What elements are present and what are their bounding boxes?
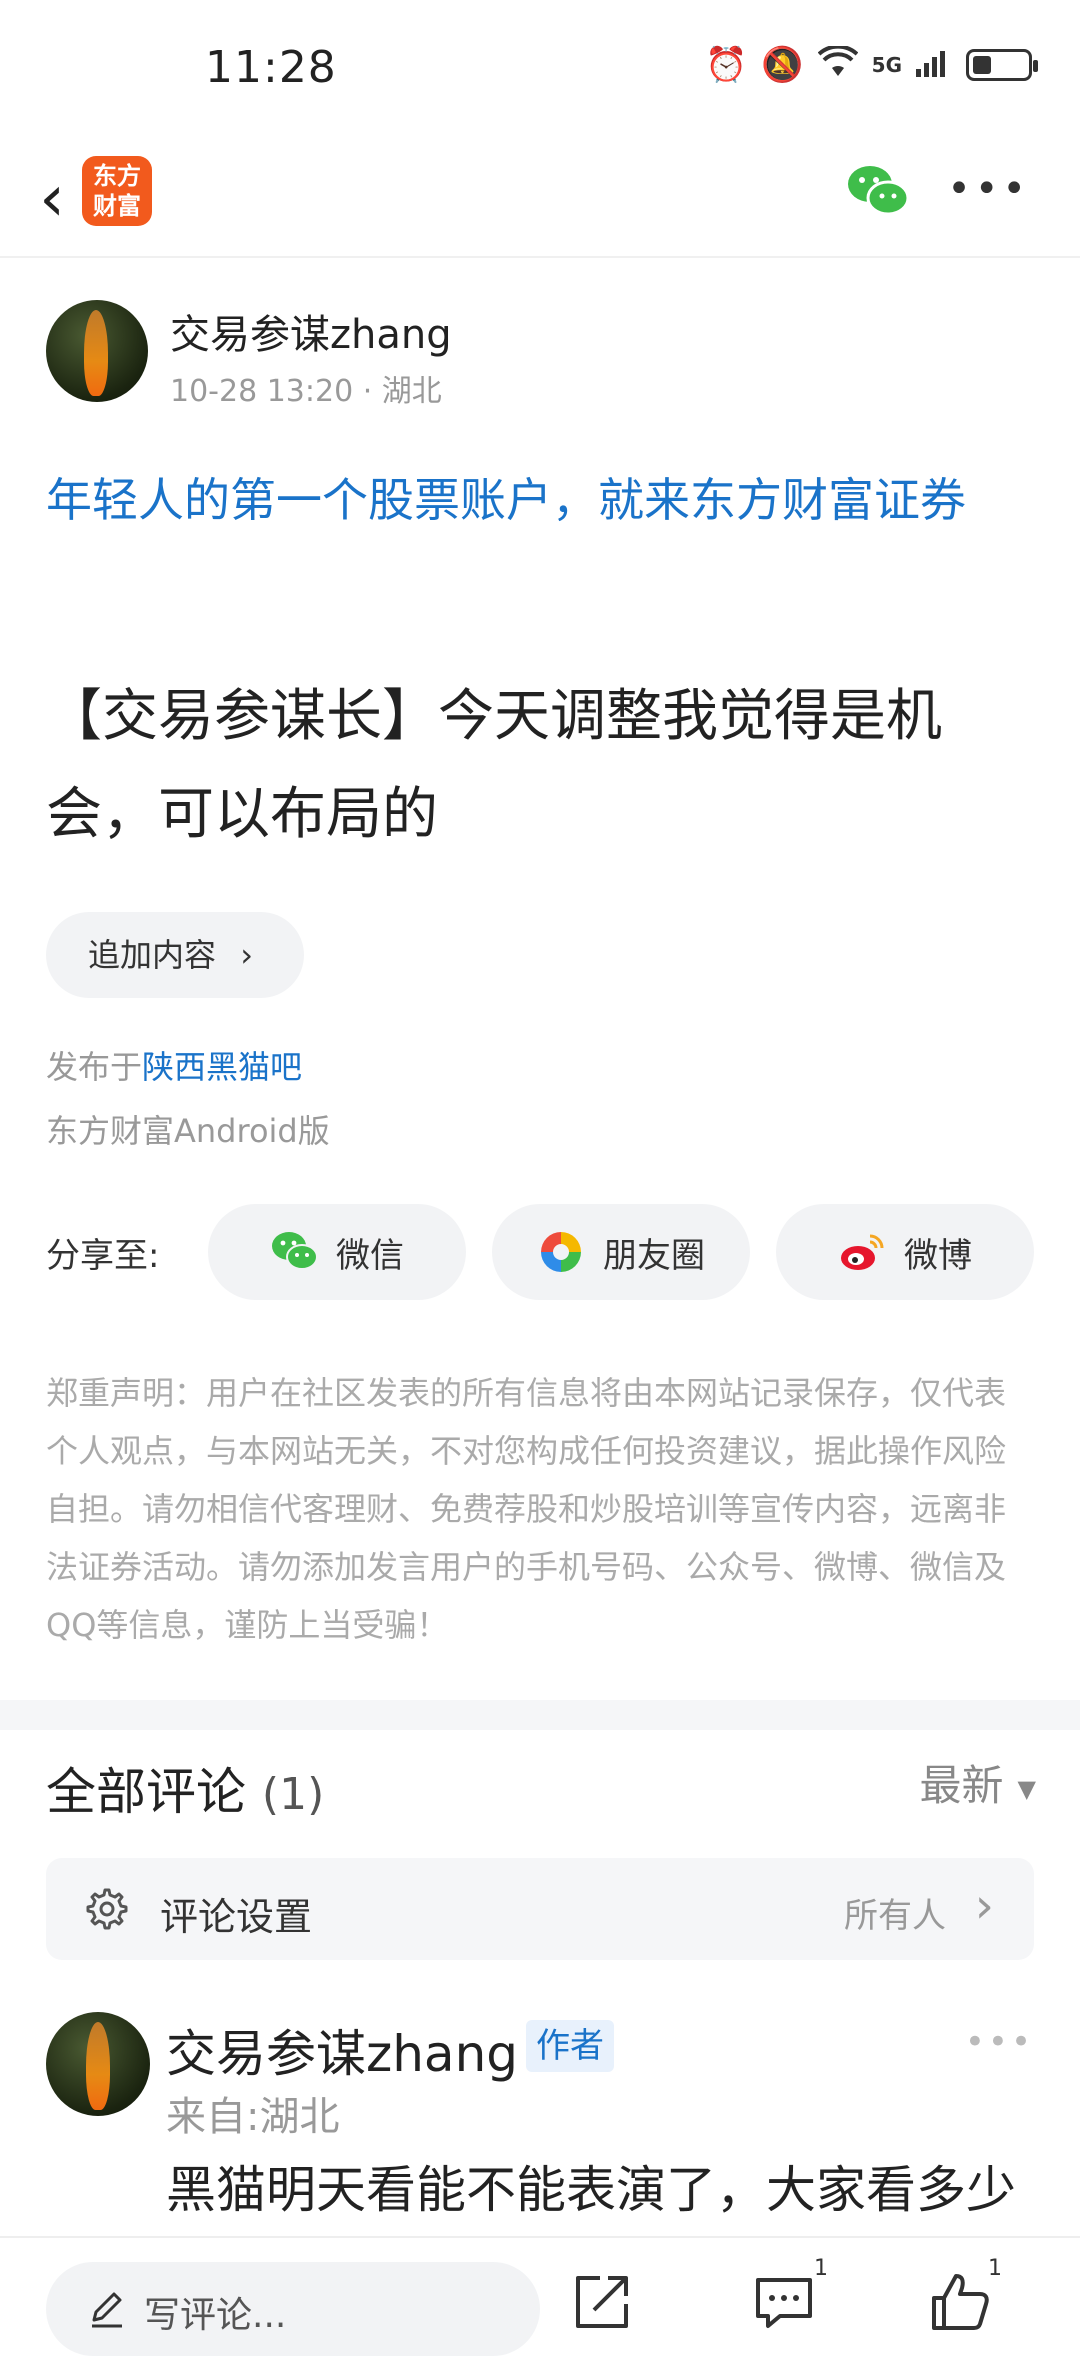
comments-header: 全部评论 (1) bbox=[46, 1752, 324, 1824]
post-title: 【交易参谋长】今天调整我觉得是机会，可以布局的 bbox=[46, 684, 942, 847]
client-info: 东方财富Android版 bbox=[46, 1112, 330, 1150]
post-meta: 10-28 13:20 · 湖北 bbox=[170, 374, 442, 409]
comment-input[interactable]: 写评论... bbox=[46, 2262, 540, 2356]
comment-count: 1 bbox=[814, 2256, 828, 2281]
comment-icon[interactable] bbox=[752, 2270, 816, 2334]
append-content-button[interactable]: 追加内容 › bbox=[46, 912, 304, 998]
comment-settings-label: 评论设置 bbox=[160, 1895, 313, 1939]
share-icon[interactable] bbox=[570, 2270, 634, 2334]
share-weibo-button[interactable]: 微博 bbox=[776, 1204, 1034, 1300]
publish-prefix: 发布于 bbox=[46, 1048, 143, 1086]
gear-icon bbox=[86, 1888, 128, 1930]
status-time: 11:28 bbox=[205, 42, 337, 93]
share-moments-label: 朋友圈 bbox=[603, 1235, 705, 1276]
eastmoney-logo[interactable]: 东方财富 bbox=[82, 156, 152, 226]
post-time: 10-28 13:20 bbox=[170, 374, 354, 409]
share-wechat-label: 微信 bbox=[336, 1235, 404, 1276]
comment-text: 黑猫明天看能不能表演了，大家看多少 bbox=[166, 2161, 1016, 2219]
moments-icon bbox=[541, 1232, 581, 1272]
network-5g-label: 5G bbox=[871, 53, 902, 77]
triangle-down-icon: ▼ bbox=[1017, 1774, 1036, 1803]
chevron-right-icon: › bbox=[240, 936, 253, 974]
comment-location: 来自:湖北 bbox=[166, 2094, 340, 2140]
bottom-action-bar: 写评论... 1 1 bbox=[0, 2236, 1080, 2376]
pencil-icon bbox=[92, 2292, 122, 2328]
wechat-icon bbox=[272, 1232, 318, 1270]
alarm-icon: ⏰ bbox=[704, 45, 748, 85]
wifi-icon bbox=[817, 44, 859, 84]
battery-icon bbox=[966, 49, 1038, 81]
status-bar: 11:28 ⏰ 🔕 5G bbox=[0, 0, 1080, 140]
comment-settings-row[interactable]: 评论设置 所有人 › bbox=[46, 1858, 1034, 1960]
share-label: 分享至: bbox=[46, 1236, 160, 1276]
comment-avatar[interactable] bbox=[46, 2012, 150, 2116]
chevron-right-icon: › bbox=[974, 1878, 994, 1934]
comment-settings-value: 所有人 bbox=[844, 1896, 946, 1936]
app-header: ‹ 东方财富 ••• bbox=[0, 140, 1080, 258]
author-name[interactable]: 交易参谋zhang bbox=[170, 302, 452, 360]
comments-count: (1) bbox=[261, 1769, 325, 1820]
sort-dropdown[interactable]: 最新 ▼ bbox=[920, 1752, 1036, 1813]
share-weibo-label: 微博 bbox=[904, 1235, 972, 1276]
comment-more-icon[interactable]: ••• bbox=[965, 2022, 1034, 2062]
publish-info: 发布于陕西黑猫吧 bbox=[46, 1042, 302, 1088]
share-wechat-button[interactable]: 微信 bbox=[208, 1204, 466, 1300]
like-count: 1 bbox=[988, 2256, 1002, 2281]
post-author: 交易参谋zhang 10-28 13:20 · 湖北 bbox=[46, 300, 1036, 410]
comments-title: 全部评论 bbox=[46, 1763, 246, 1821]
disclaimer-text: 郑重声明：用户在社区发表的所有信息将由本网站记录保存，仅代表个人观点，与本网站无… bbox=[46, 1374, 1007, 1644]
promo-link[interactable]: 年轻人的第一个股票账户，就来东方财富证券 bbox=[46, 462, 1036, 538]
share-moments-button[interactable]: 朋友圈 bbox=[492, 1204, 750, 1300]
post-location: 湖北 bbox=[381, 374, 442, 409]
status-icons: ⏰ 🔕 5G bbox=[704, 44, 1038, 85]
thumbs-up-icon[interactable] bbox=[928, 2270, 992, 2334]
weibo-icon bbox=[841, 1234, 884, 1270]
author-avatar[interactable] bbox=[46, 300, 148, 402]
comment-author[interactable]: 交易参谋zhang bbox=[166, 2014, 518, 2086]
signal-icon bbox=[916, 47, 952, 83]
more-options-icon[interactable]: ••• bbox=[947, 166, 1030, 212]
sort-label: 最新 bbox=[919, 1761, 1004, 1810]
comment-input-placeholder: 写评论... bbox=[144, 2295, 287, 2336]
mute-icon: 🔕 bbox=[761, 45, 804, 85]
append-content-label: 追加内容 bbox=[88, 936, 217, 974]
back-button[interactable]: ‹ bbox=[22, 162, 82, 236]
section-divider bbox=[0, 1700, 1080, 1730]
board-link[interactable]: 陕西黑猫吧 bbox=[142, 1048, 302, 1086]
wechat-share-icon[interactable] bbox=[846, 162, 910, 222]
author-badge: 作者 bbox=[526, 2020, 614, 2072]
